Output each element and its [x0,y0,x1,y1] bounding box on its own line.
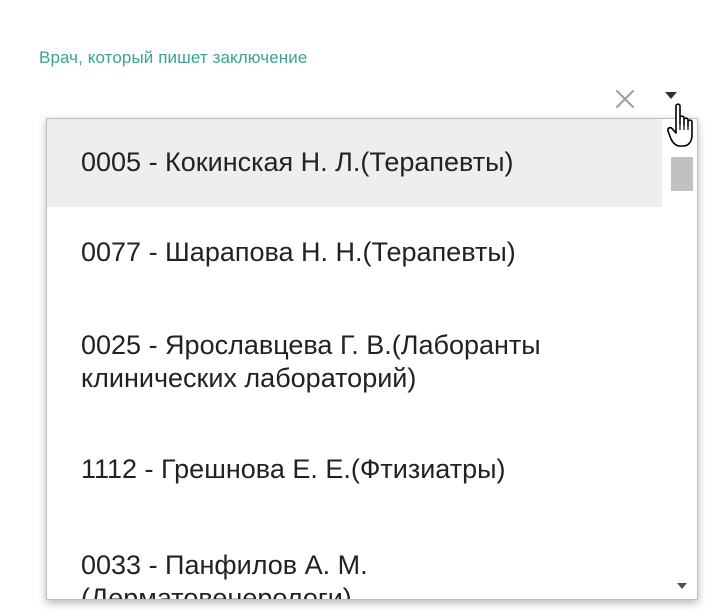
option-item[interactable]: 0025 - Ярославцева Г. В.(Лаборанты клини… [47,299,662,423]
hand-pointer-icon [667,102,703,154]
dropdown-list[interactable]: 0005 - Кокинская Н. Л.(Терапевты) 0077 -… [46,118,698,600]
dropdown-toggle-button[interactable] [665,92,677,99]
option-list: 0005 - Кокинская Н. Л.(Терапевты) 0077 -… [47,119,662,599]
clear-button[interactable] [612,86,638,112]
close-icon [616,90,634,108]
option-item[interactable]: 1112 - Грешнова Е. Е.(Фтизиатры) [47,423,662,517]
option-item[interactable]: 0005 - Кокинская Н. Л.(Терапевты) [47,119,662,207]
scrollbar-thumb[interactable] [671,157,693,191]
scroll-down-arrow-icon[interactable] [677,583,687,589]
option-item[interactable]: 0033 - Панфилов А. М. (Дерматовенерологи… [47,517,662,599]
scrollbar[interactable] [663,119,697,599]
option-item[interactable]: 0077 - Шарапова Н. Н.(Терапевты) [47,207,662,299]
field-label: Врач, который пишет заключение [39,48,308,67]
